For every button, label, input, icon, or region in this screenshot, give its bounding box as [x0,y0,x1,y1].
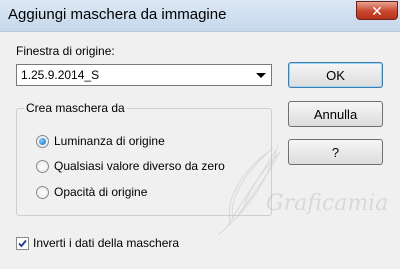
window-title: Aggiungi maschera da immagine [8,6,227,23]
radio-label-opacity: Opacità di origine [54,185,148,199]
radio-opacity[interactable]: Opacità di origine [36,184,147,200]
radio-button[interactable] [36,185,49,199]
source-selected-value: 1.25.9.2014_S [21,68,100,82]
invert-checkbox-row[interactable]: Inverti i dati della maschera [16,235,179,251]
invert-checkbox[interactable] [16,236,29,250]
help-button[interactable]: ? [288,139,383,165]
source-dropdown[interactable]: 1.25.9.2014_S [16,64,272,86]
radio-button[interactable] [36,159,49,173]
radio-label-luminance: Luminanza di origine [54,134,165,148]
radio-button-selected[interactable] [36,134,49,148]
radio-nonzero[interactable]: Qualsiasi valore diverso da zero [36,158,225,174]
chevron-down-icon [256,73,266,78]
ok-button[interactable]: OK [288,62,383,88]
radio-label-nonzero: Qualsiasi valore diverso da zero [54,159,225,173]
watermark-text: Graficamia [266,191,388,216]
title-bar[interactable]: Aggiungi maschera da immagine ✕ [0,0,400,32]
cancel-button[interactable]: Annulla [288,101,383,127]
radio-luminance[interactable]: Luminanza di origine [36,133,165,149]
close-icon: ✕ [371,2,383,19]
invert-label: Inverti i dati della maschera [33,236,180,250]
source-label: Finestra di origine: [16,44,115,58]
dialog-window: Aggiungi maschera da immagine ✕ Finestra… [0,0,400,269]
checkmark-icon [18,239,27,247]
close-button[interactable]: ✕ [356,1,398,20]
group-legend: Crea maschera da [24,101,127,115]
